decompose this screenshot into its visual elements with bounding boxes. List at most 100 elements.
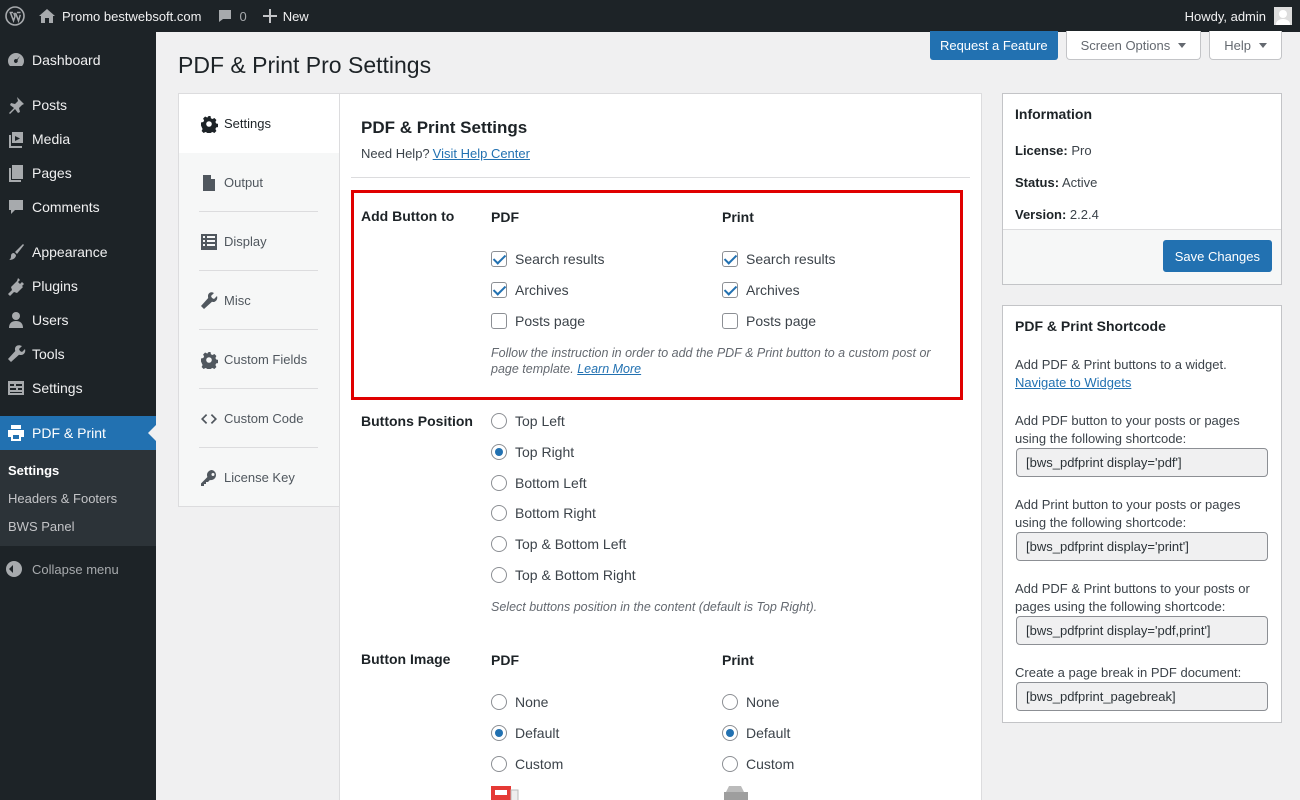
license-line: License: Pro [1015,143,1092,158]
pdf-shortcode-field[interactable]: [bws_pdfprint display='pdf'] [1016,448,1268,477]
submenu-item-headers-footers[interactable]: Headers & Footers [0,484,156,512]
tab-misc[interactable]: Misc [179,271,340,330]
information-title: Information [1015,106,1092,122]
both-shortcode-field[interactable]: [bws_pdfprint display='pdf,print'] [1016,616,1268,645]
print-archives-option[interactable]: Archives [722,282,800,298]
tab-license-key[interactable]: License Key [179,448,340,507]
print-image-custom-option[interactable]: Custom [722,756,794,772]
position-bottom-right-option[interactable]: Bottom Right [491,505,596,521]
checkbox[interactable] [722,251,738,267]
comments-link[interactable]: 0 [209,0,254,32]
checkbox[interactable] [722,282,738,298]
settings-content: PDF & Print Settings Need Help? Visit Hel… [339,93,982,800]
save-changes-button[interactable]: Save Changes [1162,240,1272,272]
sidebar-item-users[interactable]: Users [0,303,156,337]
new-label: New [282,8,309,24]
help-text: Need Help? Visit Help Center [361,146,530,161]
sidebar-item-pdf-print[interactable]: PDF & Print [0,416,156,450]
caret-down-icon [1259,43,1267,52]
add-button-pdf-heading: PDF [491,209,519,225]
sidebar-item-dashboard[interactable]: Dashboard [0,43,156,77]
sidebar-item-media[interactable]: Media [0,122,156,156]
request-feature-button[interactable]: Request a Feature [929,31,1058,60]
buttons-position-label: Buttons Position [361,413,473,429]
print-image-default-option[interactable]: Default [722,725,790,741]
pdf-image-custom-option[interactable]: Custom [491,756,563,772]
radio[interactable] [491,567,507,583]
pdf-button-image [491,786,519,800]
submenu-item-settings[interactable]: Settings [0,456,156,484]
checkbox[interactable] [491,313,507,329]
position-note: Select buttons position in the content (… [491,600,818,614]
print-shortcode-text: Add Print button to your posts or pages … [1015,497,1241,530]
pdf-image-none-option[interactable]: None [491,694,548,710]
radio[interactable] [722,694,738,710]
site-name-link[interactable]: Promo bestwebsoft.com [30,0,209,32]
pdf-image-default-option[interactable]: Default [491,725,559,741]
admin-sidebar: Dashboard Posts Media Pages Comments App… [0,32,156,800]
pdf-search-results-option[interactable]: Search results [491,251,604,267]
radio[interactable] [491,475,507,491]
tab-output[interactable]: Output [179,153,340,212]
checkbox[interactable] [722,313,738,329]
sidebar-item-posts[interactable]: Posts [0,88,156,122]
submenu-item-bws-panel[interactable]: BWS Panel [0,512,156,540]
sidebar-item-tools[interactable]: Tools [0,337,156,371]
both-shortcode-text: Add PDF & Print buttons to your posts or… [1015,581,1250,614]
learn-more-link[interactable]: Learn More [577,362,641,376]
print-search-results-option[interactable]: Search results [722,251,835,267]
position-top-right-option[interactable]: Top Right [491,444,574,460]
pagebreak-text: Create a page break in PDF document: [1015,665,1242,680]
print-posts-page-option[interactable]: Posts page [722,313,816,329]
user-icon [6,310,26,330]
wordpress-logo-icon[interactable] [0,0,30,32]
print-image-none-option[interactable]: None [722,694,779,710]
position-top-left-option[interactable]: Top Left [491,413,565,429]
information-box: Information License: Pro Status: Active … [1002,93,1282,285]
radio[interactable] [491,444,507,460]
avatar [1274,7,1292,25]
radio[interactable] [722,756,738,772]
pdf-posts-page-option[interactable]: Posts page [491,313,585,329]
collapse-menu-button[interactable]: Collapse menu [0,552,156,586]
account-menu[interactable]: Howdy, admin [1177,0,1300,32]
pagebreak-shortcode-field[interactable]: [bws_pdfprint_pagebreak] [1016,682,1268,711]
radio[interactable] [491,725,507,741]
radio[interactable] [491,505,507,521]
print-shortcode-field[interactable]: [bws_pdfprint display='print'] [1016,532,1268,561]
position-top-bottom-left-option[interactable]: Top & Bottom Left [491,536,626,552]
position-bottom-left-option[interactable]: Bottom Left [491,475,587,491]
help-center-link[interactable]: Visit Help Center [433,146,530,161]
radio[interactable] [722,725,738,741]
tab-settings[interactable]: Settings [179,94,341,153]
sidebar-item-settings[interactable]: Settings [0,371,156,405]
sidebar-item-appearance[interactable]: Appearance [0,235,156,269]
comment-icon [219,10,232,22]
radio[interactable] [491,413,507,429]
wrench-icon [200,291,218,310]
tab-custom-fields[interactable]: Custom Fields [179,330,340,389]
caret-down-icon [1178,43,1187,52]
image-pdf-heading: PDF [491,652,519,668]
new-content-link[interactable]: New [255,0,317,32]
button-image-label: Button Image [361,651,451,667]
position-top-bottom-right-option[interactable]: Top & Bottom Right [491,567,636,583]
sidebar-item-plugins[interactable]: Plugins [0,269,156,303]
screen-options-button[interactable]: Screen Options [1065,31,1202,60]
checkbox[interactable] [491,251,507,267]
radio[interactable] [491,536,507,552]
settings-tabs: Settings Output Display Misc Custom Fiel… [178,93,341,507]
sidebar-item-comments[interactable]: Comments [0,190,156,224]
sidebar-item-pages[interactable]: Pages [0,156,156,190]
radio[interactable] [491,756,507,772]
tab-custom-code[interactable]: Custom Code [179,389,340,448]
radio[interactable] [491,694,507,710]
help-button[interactable]: Help [1209,31,1282,60]
page-title: PDF & Print Pro Settings [178,52,432,78]
key-icon [200,469,218,487]
code-icon [200,410,218,428]
checkbox[interactable] [491,282,507,298]
navigate-widgets-link[interactable]: Navigate to Widgets [1015,375,1131,390]
tab-display[interactable]: Display [179,212,340,271]
pdf-archives-option[interactable]: Archives [491,282,569,298]
